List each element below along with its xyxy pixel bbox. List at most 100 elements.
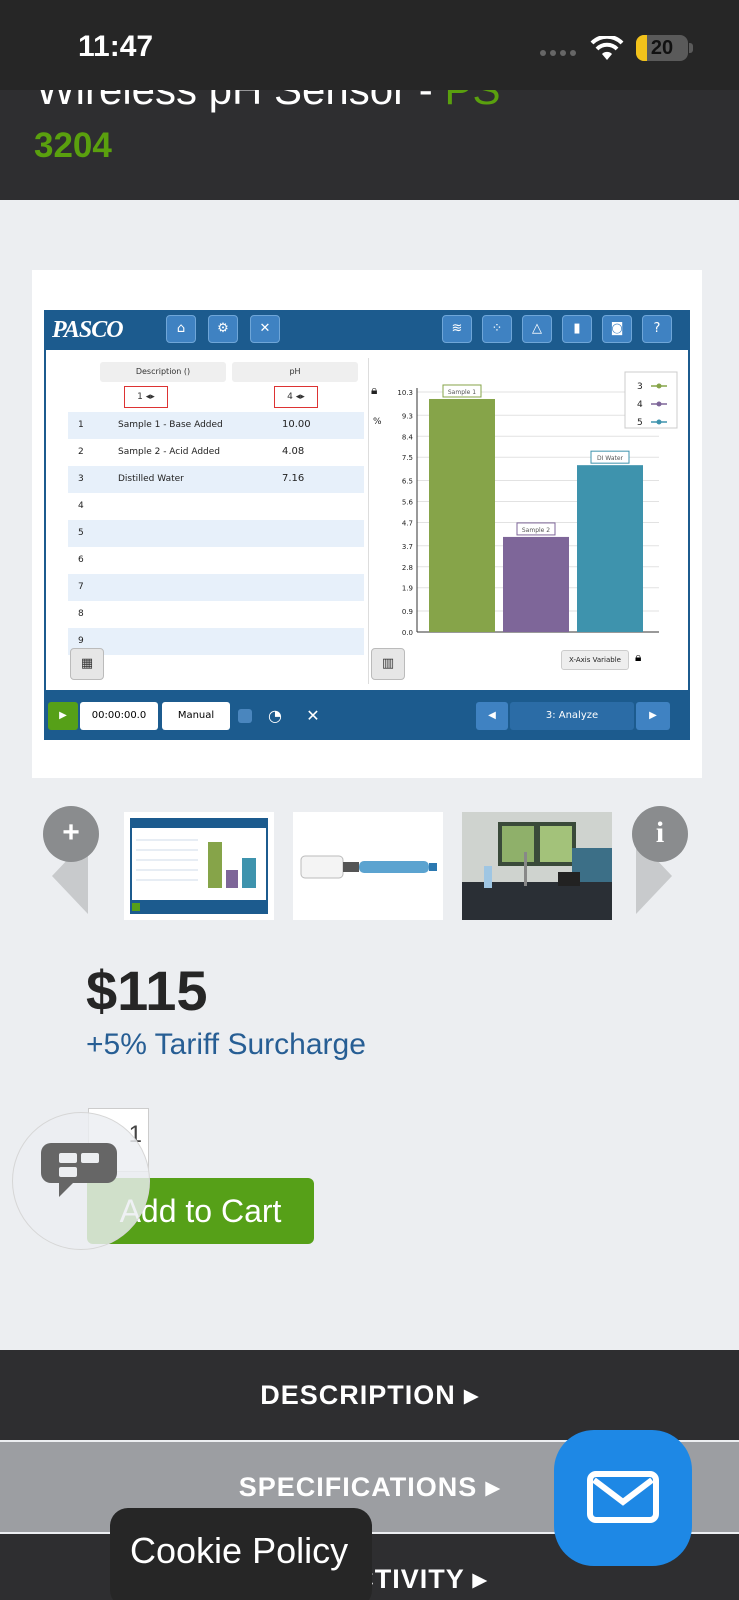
bar-label: DI Water xyxy=(597,455,624,462)
table-row: 6 xyxy=(68,547,364,574)
bar-label: Sample 1 xyxy=(448,389,476,396)
play-icon: ▶ xyxy=(48,702,78,730)
row-number: 1 xyxy=(78,420,84,430)
table-row: 3 Distilled Water 7.16 xyxy=(68,466,364,493)
y-tick-label: 10.3 xyxy=(397,389,413,397)
product-code: 3204 xyxy=(34,126,112,165)
pasco-logo: PASCO xyxy=(52,317,124,343)
bar-label: Sample 2 xyxy=(522,527,550,534)
scale-icon: % xyxy=(373,417,382,427)
table-header: pH xyxy=(232,362,358,382)
thumbnail-lab[interactable] xyxy=(462,812,612,920)
row-description: Sample 1 - Base Added xyxy=(118,420,223,430)
legend-marker xyxy=(656,383,662,389)
row-number: 2 xyxy=(78,447,84,457)
row-description: Distilled Water xyxy=(118,474,184,484)
row-number: 9 xyxy=(78,636,84,646)
cookie-policy-button[interactable]: Cookie Policy xyxy=(110,1508,372,1600)
legend-box xyxy=(624,371,678,429)
description-section[interactable]: DESCRIPTION ▸ xyxy=(0,1350,739,1440)
lock-icon: 🔒︎ xyxy=(635,650,642,664)
chat-icon xyxy=(41,1143,117,1197)
graph-tools-button: ▥ xyxy=(371,648,405,680)
data-table: Description () pH 1 ◂▸ 4 ◂▸ 1 Sample 1 -… xyxy=(68,358,364,684)
software-toolbar: PASCO ⌂ ⚙ ✕ ≋ ⁘ △ ▮ ◙ ? xyxy=(44,310,690,348)
table-header: Description () xyxy=(100,362,226,382)
row-number: 5 xyxy=(78,528,84,538)
y-tick-label: 4.7 xyxy=(402,519,413,527)
table-row: 7 xyxy=(68,574,364,601)
chat-button[interactable] xyxy=(12,1112,150,1250)
analyze-label: 3: Analyze xyxy=(510,702,634,730)
cellular-icon xyxy=(540,50,576,56)
timer-display: 00:00:00.0 xyxy=(80,702,158,730)
software-screenshot: PASCO ⌂ ⚙ ✕ ≋ ⁘ △ ▮ ◙ ? Description () p… xyxy=(44,310,690,740)
row-number: 6 xyxy=(78,555,84,565)
sampling-icon: ⁘ xyxy=(482,315,512,343)
timer-icon: ◔ xyxy=(268,706,282,725)
row-ph: 10.00 xyxy=(282,419,311,430)
y-tick-label: 5.6 xyxy=(402,499,414,507)
row-ph: 4.08 xyxy=(282,446,305,457)
wireless-icon: ≋ xyxy=(442,315,472,343)
status-bar: 11:47 20 xyxy=(0,0,739,90)
status-time: 11:47 xyxy=(78,30,154,63)
calculator-icon: △ xyxy=(522,315,552,343)
contact-mail-button[interactable] xyxy=(554,1430,692,1566)
close-icon: ✕ xyxy=(250,315,280,343)
y-tick-label: 0.0 xyxy=(402,629,413,637)
info-icon[interactable]: i xyxy=(632,806,688,862)
thumbnail-sensor[interactable] xyxy=(293,812,443,920)
camera-icon: ◙ xyxy=(602,315,632,343)
table-row: 4 xyxy=(68,493,364,520)
row-number: 4 xyxy=(78,501,84,511)
row-description: Sample 2 - Acid Added xyxy=(118,447,220,457)
main-product-image[interactable]: PASCO ⌂ ⚙ ✕ ≋ ⁘ △ ▮ ◙ ? Description () p… xyxy=(32,270,702,778)
row-number: 3 xyxy=(78,474,84,484)
thumbnail-software[interactable] xyxy=(124,812,274,920)
y-tick-label: 6.5 xyxy=(402,478,413,486)
journal-icon: ▮ xyxy=(562,315,592,343)
table-row: 1 Sample 1 - Base Added 10.00 xyxy=(68,412,364,439)
legend-marker xyxy=(656,419,662,425)
table-row: 5 xyxy=(68,520,364,547)
row-number: 8 xyxy=(78,609,84,619)
software-canvas: Description () pH 1 ◂▸ 4 ◂▸ 1 Sample 1 -… xyxy=(46,350,688,690)
table-row: 8 xyxy=(68,601,364,628)
table-tools-button: ▦ xyxy=(70,648,104,680)
table-row: 2 Sample 2 - Acid Added 4.08 xyxy=(68,439,364,466)
wifi-icon xyxy=(590,36,624,60)
legend-label: 4 xyxy=(637,400,643,410)
legend-label: 3 xyxy=(637,382,643,392)
mode-display: Manual xyxy=(162,702,230,730)
bar xyxy=(503,536,569,632)
next-page-icon: ▶ xyxy=(636,702,670,730)
y-tick-label: 3.7 xyxy=(402,543,413,551)
legend-marker xyxy=(656,401,662,407)
y-tick-label: 9.3 xyxy=(402,412,413,420)
mail-icon xyxy=(587,1471,659,1523)
tariff-surcharge-link[interactable]: +5% Tariff Surcharge xyxy=(86,1028,366,1062)
y-tick-label: 7.5 xyxy=(402,454,413,462)
settings-icon: ⚙ xyxy=(208,315,238,343)
help-icon: ? xyxy=(642,315,672,343)
bar xyxy=(429,398,495,632)
bar xyxy=(577,465,643,632)
row-ph: 7.16 xyxy=(282,473,305,484)
y-tick-label: 8.4 xyxy=(402,433,414,441)
product-price: $115 xyxy=(86,959,208,1022)
table-row: 9 xyxy=(68,628,364,655)
column-selector: 1 ◂▸ xyxy=(124,386,168,408)
stop-icon xyxy=(238,709,252,723)
home-icon: ⌂ xyxy=(166,315,196,343)
column-selector: 4 ◂▸ xyxy=(274,386,318,408)
zoom-plus-icon[interactable]: + xyxy=(43,806,99,862)
bar-graph: 🔒︎% 10.3 9.3 8.4 7.5 6.5 5.6 4.7 3.7 2.8 1.9 0.9 0.0… xyxy=(368,358,686,684)
prev-page-icon: ◀ xyxy=(476,702,508,730)
lock-icon: 🔒︎ xyxy=(371,383,377,397)
battery-icon: 20 xyxy=(636,35,688,61)
row-number: 7 xyxy=(78,582,84,592)
tools-icon: ✕ xyxy=(306,706,320,725)
software-controls: ▶ 00:00:00.0 Manual ◔ ✕ ◀ 3: Analyze ▶ xyxy=(44,694,690,740)
x-axis-variable-button: X-Axis Variable xyxy=(561,650,629,670)
